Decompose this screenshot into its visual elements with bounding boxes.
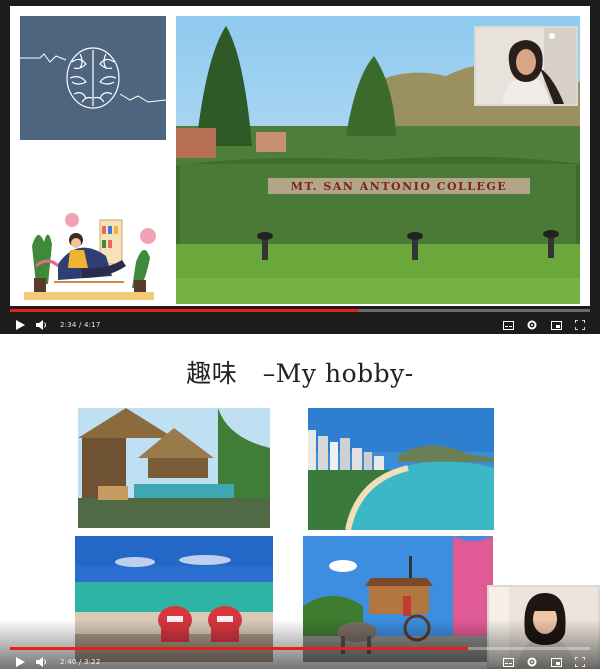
time-display: 2:40 / 3:22 bbox=[60, 658, 101, 666]
brain-illustration bbox=[20, 16, 167, 140]
brain-icon bbox=[20, 47, 167, 109]
player-controls: 2:34 / 4:17 bbox=[0, 312, 600, 334]
page: MT. SAN ANTONIO COLLEGE 2:34 / 4:17 趣味 –… bbox=[0, 0, 600, 669]
settings-icon[interactable] bbox=[524, 317, 540, 333]
resort-photo bbox=[78, 408, 270, 528]
shisa-lions-photo bbox=[75, 536, 273, 662]
duration: 4:17 bbox=[83, 321, 101, 329]
duration: 3:22 bbox=[83, 658, 101, 666]
fullscreen-icon[interactable] bbox=[572, 317, 588, 333]
settings-icon[interactable] bbox=[524, 654, 540, 669]
waikiki-beach-photo bbox=[308, 408, 494, 530]
video-player-2[interactable]: 趣味 –My hobby- 2:40 / 3:22 bbox=[0, 336, 600, 669]
presenter-webcam bbox=[474, 26, 578, 106]
volume-icon[interactable] bbox=[34, 317, 50, 333]
volume-icon[interactable] bbox=[34, 654, 50, 669]
player-controls: 2:40 / 3:22 bbox=[0, 649, 600, 669]
current-time: 2:40 bbox=[60, 658, 77, 666]
slide-title: 趣味 –My hobby- bbox=[186, 359, 414, 388]
play-icon[interactable] bbox=[12, 654, 28, 669]
miniplayer-icon[interactable] bbox=[548, 654, 564, 669]
subtitles-icon[interactable] bbox=[500, 654, 516, 669]
college-sign-text: MT. SAN ANTONIO COLLEGE bbox=[291, 180, 507, 193]
miniplayer-icon[interactable] bbox=[548, 317, 564, 333]
ox-cart-photo bbox=[303, 536, 493, 662]
time-display: 2:34 / 4:17 bbox=[60, 321, 101, 329]
fullscreen-icon[interactable] bbox=[572, 654, 588, 669]
video-player-1[interactable]: MT. SAN ANTONIO COLLEGE 2:34 / 4:17 bbox=[0, 0, 600, 334]
current-time: 2:34 bbox=[60, 321, 77, 329]
reading-illustration bbox=[18, 206, 158, 304]
play-icon[interactable] bbox=[12, 317, 28, 333]
subtitles-icon[interactable] bbox=[500, 317, 516, 333]
